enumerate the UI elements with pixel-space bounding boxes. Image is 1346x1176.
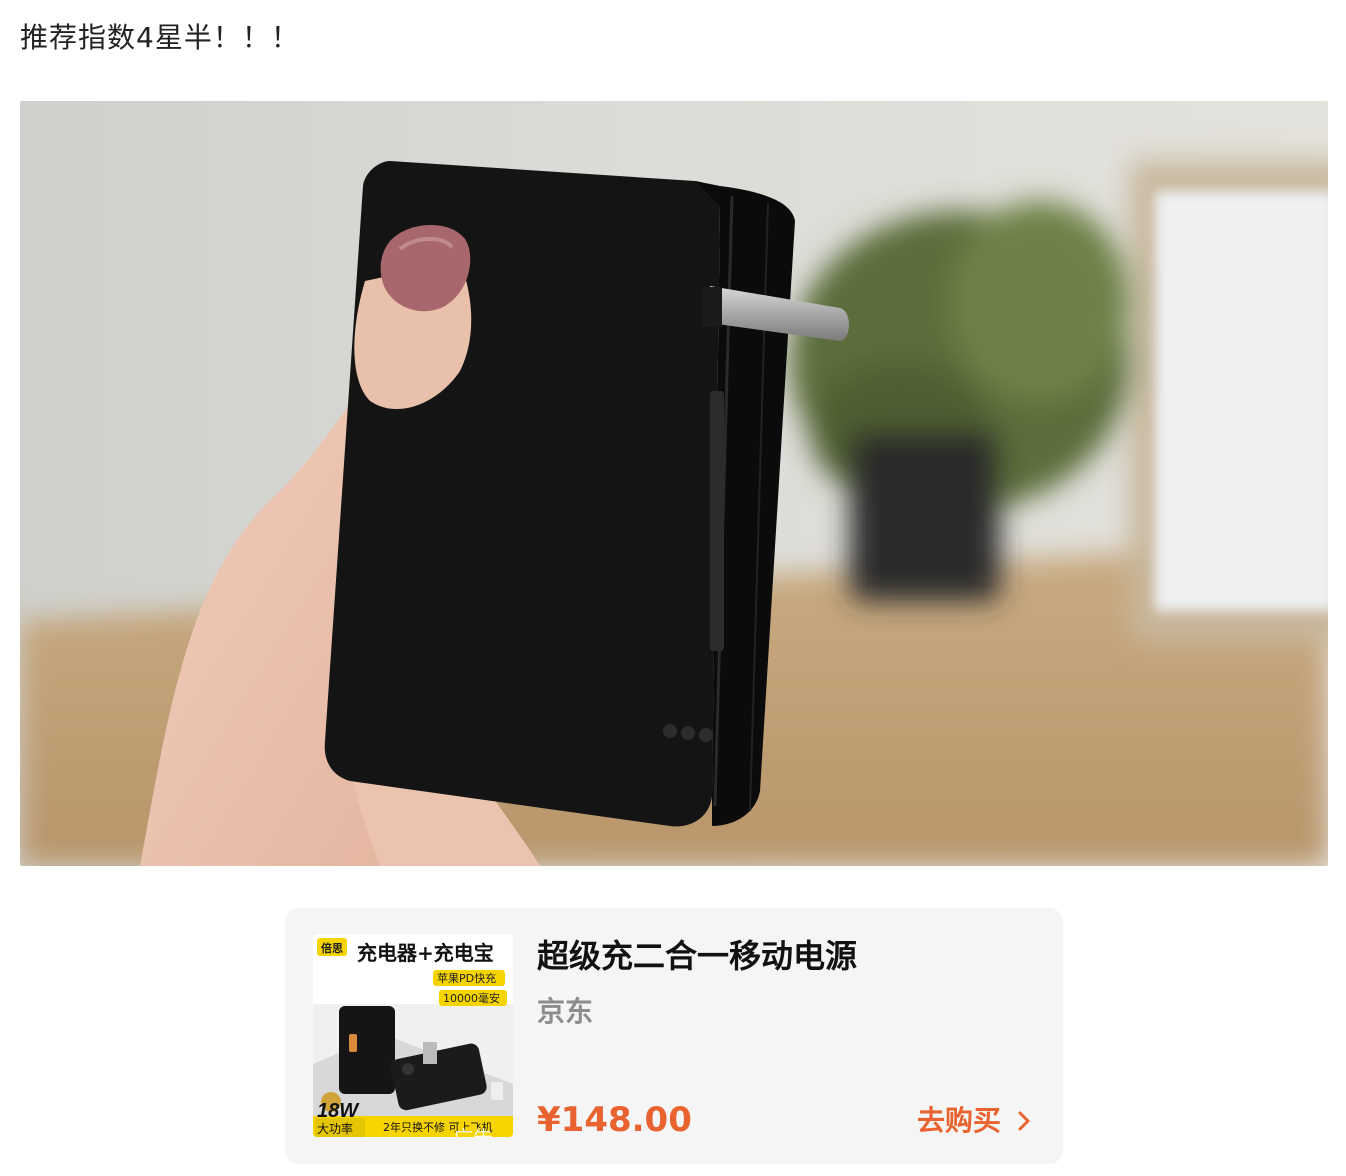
buy-button[interactable]: 去购买 — [917, 1101, 1033, 1141]
thumb-power-text: 18W — [317, 1100, 360, 1122]
thumb-tag2-text: 10000毫安 — [443, 991, 500, 1005]
thumb-banner-text: 充电器+充电宝 — [357, 941, 494, 965]
thumb-power-sub-text: 大功率 — [317, 1121, 353, 1136]
product-title[interactable]: 超级充二合一移动电源 — [537, 936, 857, 976]
product-thumbnail[interactable]: 倍思 充电器+充电宝 苹果PD快充 10000毫安 18W 大功率 2年只换不修… — [313, 934, 513, 1137]
buy-button-label: 去购买 — [916, 1104, 1001, 1137]
ad-tag: 广告 — [453, 1122, 493, 1137]
thumb-brand-text: 倍思 — [321, 941, 343, 955]
chevron-right-icon — [1018, 1111, 1030, 1131]
product-shop: 京东 — [537, 995, 594, 1028]
post-headline: 推荐指数4星半！！！ — [20, 21, 300, 54]
thumb-tag1-text: 苹果PD快充 — [437, 971, 496, 985]
product-card[interactable]: 倍思 充电器+充电宝 苹果PD快充 10000毫安 18W 大功率 2年只换不修… — [285, 908, 1063, 1164]
product-price: ¥148.00 — [537, 1100, 692, 1140]
product-photo[interactable] — [20, 101, 1328, 866]
